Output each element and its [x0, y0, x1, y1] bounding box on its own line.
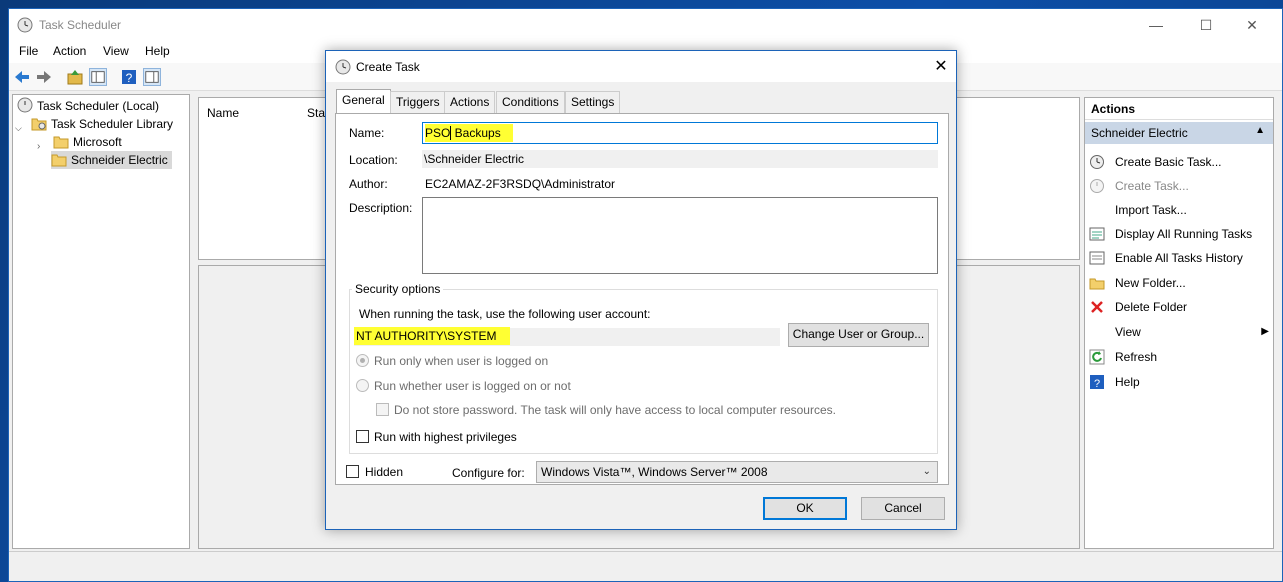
radio-run-whether-logged-on[interactable] [356, 379, 369, 392]
configure-for-select[interactable]: Windows Vista™, Windows Server™ 2008 ⌄ [536, 461, 938, 483]
cancel-button[interactable]: Cancel [861, 497, 945, 520]
column-header-name[interactable]: Name [207, 106, 239, 120]
clock-icon [335, 59, 351, 75]
location-value: \Schneider Electric [422, 150, 938, 168]
actions-pane: Actions Schneider Electric ▲ Create Basi… [1084, 97, 1274, 549]
running-tasks-icon [1089, 227, 1105, 241]
tree-library-label: Task Scheduler Library [51, 117, 174, 131]
radio-run-whether-logged-on-label: Run whether user is logged on or not [374, 379, 571, 393]
menu-action[interactable]: Action [53, 44, 86, 58]
tab-actions[interactable]: Actions [444, 91, 496, 113]
tree-item-library[interactable]: ⌵ Task Scheduler Library [15, 115, 173, 133]
do-not-store-password-checkbox[interactable] [376, 403, 389, 416]
create-task-dialog: Create Task ✕ General Triggers Actions C… [325, 50, 957, 530]
author-label: Author: [349, 177, 388, 191]
minimize-button[interactable]: — [1141, 15, 1171, 35]
ok-button[interactable]: OK [763, 497, 847, 520]
dialog-title-bar: Create Task ✕ [326, 51, 956, 82]
folder-icon [51, 154, 67, 167]
tree-item-schneider-electric[interactable]: Schneider Electric [51, 151, 172, 169]
configure-for-value: Windows Vista™, Windows Server™ 2008 [541, 465, 768, 479]
menu-view[interactable]: View [103, 44, 129, 58]
action-view[interactable]: View ▶ [1089, 322, 1269, 342]
change-user-group-button[interactable]: Change User or Group... [788, 323, 929, 347]
chevron-down-icon[interactable]: ⌵ [15, 119, 27, 137]
chevron-down-icon: ⌄ [922, 466, 931, 477]
maximize-button[interactable]: ☐ [1191, 15, 1221, 35]
dialog-title: Create Task [356, 60, 420, 74]
general-tab-panel: Name: PSO Backups Location: \Schneider E… [335, 113, 949, 485]
name-value-part1: PSO [425, 126, 451, 140]
hidden-checkbox[interactable] [346, 465, 359, 478]
close-button[interactable]: ✕ [1237, 15, 1267, 35]
title-bar: Task Scheduler — ☐ ✕ [9, 9, 1282, 41]
collapse-up-icon[interactable]: ▲ [1255, 125, 1265, 136]
clock-icon [17, 17, 33, 33]
actions-group-header[interactable]: Schneider Electric ▲ [1085, 122, 1273, 144]
tab-triggers[interactable]: Triggers [390, 91, 446, 113]
configure-for-label: Configure for: [452, 466, 525, 480]
help-icon: ? [1090, 375, 1104, 390]
history-icon [1089, 251, 1105, 265]
dialog-close-icon[interactable]: ✕ [930, 56, 952, 78]
create-basic-task-icon [1090, 155, 1104, 169]
forward-arrow-icon[interactable] [35, 68, 53, 86]
chevron-right-icon[interactable]: › [37, 138, 49, 156]
radio-run-when-logged-on-label: Run only when user is logged on [374, 354, 549, 368]
action-pane-icon[interactable] [143, 68, 161, 86]
show-pane-icon[interactable] [89, 68, 107, 86]
account-prompt: When running the task, use the following… [359, 307, 651, 321]
name-label: Name: [349, 126, 385, 140]
actions-header: Actions [1085, 98, 1273, 120]
tab-general[interactable]: General [336, 89, 391, 114]
hidden-label: Hidden [365, 465, 404, 479]
menu-help[interactable]: Help [145, 44, 170, 58]
tree-item-microsoft[interactable]: › Microsoft [37, 133, 122, 152]
folder-icon [31, 118, 47, 131]
folder-icon [53, 136, 69, 149]
tree-item-root[interactable]: Task Scheduler (Local) [17, 97, 159, 115]
description-input[interactable] [422, 197, 938, 274]
tab-conditions[interactable]: Conditions [496, 91, 565, 113]
help-icon[interactable]: ? [120, 68, 138, 86]
tab-settings[interactable]: Settings [565, 91, 621, 113]
refresh-icon [1089, 349, 1105, 365]
create-task-icon [1090, 179, 1104, 193]
status-bar [9, 551, 1282, 581]
menu-file[interactable]: File [19, 44, 38, 58]
folder-icon [1089, 278, 1105, 290]
name-value-part2: Backups [451, 126, 501, 140]
actions-group-label: Schneider Electric [1091, 126, 1188, 140]
description-label: Description: [349, 201, 413, 215]
navigation-tree: Task Scheduler (Local) ⌵ Task Scheduler … [12, 94, 190, 549]
svg-text:?: ? [1094, 378, 1100, 390]
window-title: Task Scheduler [39, 18, 122, 32]
highest-privileges-label: Run with highest privileges [374, 430, 517, 444]
back-arrow-icon[interactable] [13, 68, 31, 86]
name-input[interactable]: PSO Backups [422, 122, 938, 144]
delete-icon [1091, 301, 1103, 313]
location-label: Location: [349, 153, 398, 167]
clock-icon [17, 97, 33, 113]
tree-microsoft-label: Microsoft [73, 135, 122, 149]
svg-text:?: ? [126, 71, 133, 85]
radio-run-when-logged-on[interactable] [356, 354, 369, 367]
tree-root-label: Task Scheduler (Local) [37, 99, 160, 113]
account-value: NT AUTHORITY\SYSTEM [354, 327, 780, 346]
author-value: EC2AMAZ-2F3RSDQ\Administrator [425, 177, 616, 191]
security-options-title: Security options [352, 282, 444, 296]
up-folder-icon[interactable] [66, 68, 84, 86]
submenu-arrow-icon: ▶ [1261, 326, 1269, 337]
tree-schneider-label: Schneider Electric [71, 153, 168, 167]
highest-privileges-checkbox[interactable] [356, 430, 369, 443]
do-not-store-password-label: Do not store password. The task will onl… [394, 403, 836, 417]
